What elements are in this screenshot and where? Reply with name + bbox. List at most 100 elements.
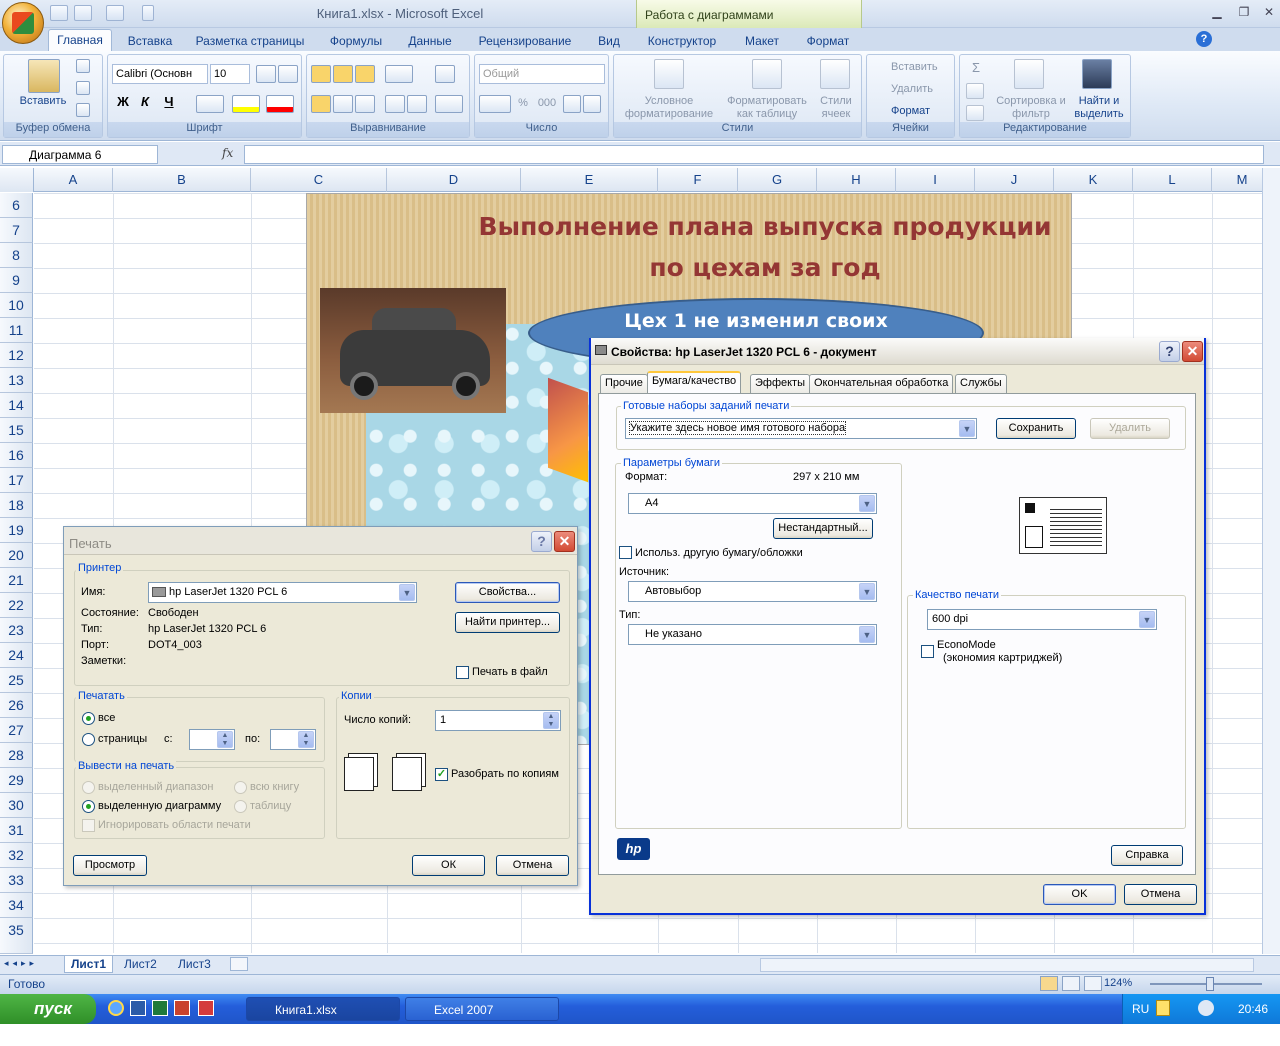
delete-preset-button[interactable]: Удалить xyxy=(1090,418,1170,439)
tab-effects[interactable]: Эффекты xyxy=(750,374,811,393)
tab-formulas[interactable]: Формулы xyxy=(322,32,390,51)
fill-color-icon[interactable] xyxy=(232,95,260,113)
format-as-table-button[interactable]: Форматировать как таблицу xyxy=(722,95,812,121)
row-header[interactable]: 18 xyxy=(0,493,33,518)
row-header[interactable]: 29 xyxy=(0,768,33,793)
column-header[interactable]: J xyxy=(975,168,1054,192)
tab-format[interactable]: Формат xyxy=(800,32,856,51)
row-header[interactable]: 12 xyxy=(0,343,33,368)
tab-services[interactable]: Службы xyxy=(955,374,1007,393)
whole-book-radio[interactable] xyxy=(234,781,247,794)
row-header[interactable]: 33 xyxy=(0,868,33,893)
cut-icon[interactable] xyxy=(76,59,90,73)
chart-title[interactable]: Выполнение плана выпуска продукции по це… xyxy=(470,206,1060,288)
zoom-slider-thumb[interactable] xyxy=(1206,977,1214,991)
cell-styles-icon[interactable] xyxy=(820,59,850,89)
tab-home[interactable]: Главная xyxy=(48,29,112,52)
decrease-decimal-icon[interactable] xyxy=(583,95,601,113)
to-spinner[interactable]: ▲ ▼ xyxy=(270,729,316,750)
insert-function-button[interactable]: fx xyxy=(222,146,233,160)
conditional-format-button[interactable]: Условное форматирование xyxy=(616,95,722,121)
name-box[interactable]: Диаграмма 6 xyxy=(2,145,158,164)
collate-checkbox[interactable]: ✓ xyxy=(435,768,448,781)
tab-finishing[interactable]: Окончательная обработка xyxy=(809,374,954,393)
sheet-tab[interactable]: Лист3 xyxy=(172,956,217,973)
increase-indent-icon[interactable] xyxy=(407,95,427,113)
column-header[interactable]: H xyxy=(817,168,896,192)
tab-other[interactable]: Прочие xyxy=(600,374,648,393)
cancel-button[interactable]: Отмена xyxy=(496,855,569,876)
from-spinner[interactable]: ▲ ▼ xyxy=(189,729,235,750)
merge-center-icon[interactable] xyxy=(435,95,463,113)
close-icon[interactable]: ✕ xyxy=(1262,6,1276,18)
row-header[interactable]: 19 xyxy=(0,518,33,543)
print-quality-select[interactable]: 600 dpi ▼ xyxy=(927,609,1157,630)
excel-icon[interactable] xyxy=(152,1000,168,1016)
row-header[interactable]: 15 xyxy=(0,418,33,443)
start-button[interactable]: пуск xyxy=(0,994,96,1024)
close-icon[interactable]: ✕ xyxy=(1182,341,1203,362)
clear-icon[interactable] xyxy=(966,105,984,121)
format-as-table-icon[interactable] xyxy=(752,59,782,89)
vertical-scrollbar[interactable] xyxy=(1262,168,1280,954)
row-header[interactable]: 8 xyxy=(0,243,33,268)
cell-styles-button[interactable]: Стили ячеек xyxy=(814,95,858,121)
column-header[interactable]: L xyxy=(1133,168,1212,192)
thousands-button[interactable]: 000 xyxy=(535,97,559,110)
column-header[interactable]: F xyxy=(658,168,738,192)
powerpoint-icon[interactable] xyxy=(174,1000,190,1016)
table-radio[interactable] xyxy=(234,800,247,813)
all-radio[interactable] xyxy=(82,712,95,725)
orientation-icon[interactable] xyxy=(385,65,413,83)
row-header[interactable]: 16 xyxy=(0,443,33,468)
tab-insert[interactable]: Вставка xyxy=(122,32,178,51)
find-select-button[interactable]: Найти и выделить xyxy=(1070,95,1128,121)
column-header[interactable]: I xyxy=(896,168,975,192)
row-header[interactable]: 11 xyxy=(0,318,33,343)
italic-button[interactable]: К xyxy=(136,95,154,108)
page-layout-view-icon[interactable] xyxy=(1062,976,1080,991)
pages-radio[interactable] xyxy=(82,733,95,746)
sheet-tab[interactable]: Лист2 xyxy=(118,956,163,973)
percent-button[interactable]: % xyxy=(515,97,531,110)
row-header[interactable]: 6 xyxy=(0,193,33,218)
row-header[interactable]: 28 xyxy=(0,743,33,768)
format-cells-button[interactable]: Формат xyxy=(873,105,953,118)
row-header[interactable]: 17 xyxy=(0,468,33,493)
currency-icon[interactable] xyxy=(479,95,511,113)
sheet-tab[interactable]: Лист1 xyxy=(64,956,114,973)
copies-spinner[interactable]: 1 ▲ ▼ xyxy=(435,710,561,731)
paste-button[interactable]: Вставить xyxy=(8,95,78,108)
insert-sheet-icon[interactable] xyxy=(230,957,248,971)
bold-button[interactable]: Ж xyxy=(114,95,132,108)
borders-icon[interactable] xyxy=(196,95,224,113)
formula-input[interactable] xyxy=(244,145,1264,164)
column-header[interactable]: C xyxy=(251,168,387,192)
language-indicator[interactable]: RU xyxy=(1132,1002,1149,1016)
delete-cells-button[interactable]: Удалить xyxy=(873,83,953,96)
column-header[interactable]: K xyxy=(1054,168,1133,192)
other-paper-checkbox[interactable] xyxy=(619,546,632,559)
align-center-icon[interactable] xyxy=(333,95,353,113)
fill-icon[interactable] xyxy=(966,83,984,99)
find-select-icon[interactable] xyxy=(1082,59,1112,89)
column-header[interactable]: E xyxy=(521,168,658,192)
row-header[interactable]: 22 xyxy=(0,593,33,618)
close-icon[interactable]: ✕ xyxy=(554,531,575,552)
wrap-text-icon[interactable] xyxy=(435,65,455,83)
tab-design[interactable]: Конструктор xyxy=(642,32,722,51)
row-header[interactable]: 32 xyxy=(0,843,33,868)
ok-button[interactable]: ОК xyxy=(412,855,485,876)
properties-button[interactable]: Свойства... xyxy=(455,582,560,603)
align-right-icon[interactable] xyxy=(355,95,375,113)
page-break-view-icon[interactable] xyxy=(1084,976,1102,991)
decrease-indent-icon[interactable] xyxy=(385,95,405,113)
number-format-combo[interactable]: Общий xyxy=(479,64,605,84)
shrink-font-icon[interactable] xyxy=(278,65,298,83)
source-select[interactable]: Автовыбор ▼ xyxy=(628,581,877,602)
ok-button[interactable]: OK xyxy=(1043,884,1116,905)
row-header[interactable]: 21 xyxy=(0,568,33,593)
tab-page-layout[interactable]: Разметка страницы xyxy=(190,32,310,51)
horizontal-scrollbar[interactable] xyxy=(760,958,1254,972)
custom-paper-button[interactable]: Нестандартный... xyxy=(773,518,873,539)
